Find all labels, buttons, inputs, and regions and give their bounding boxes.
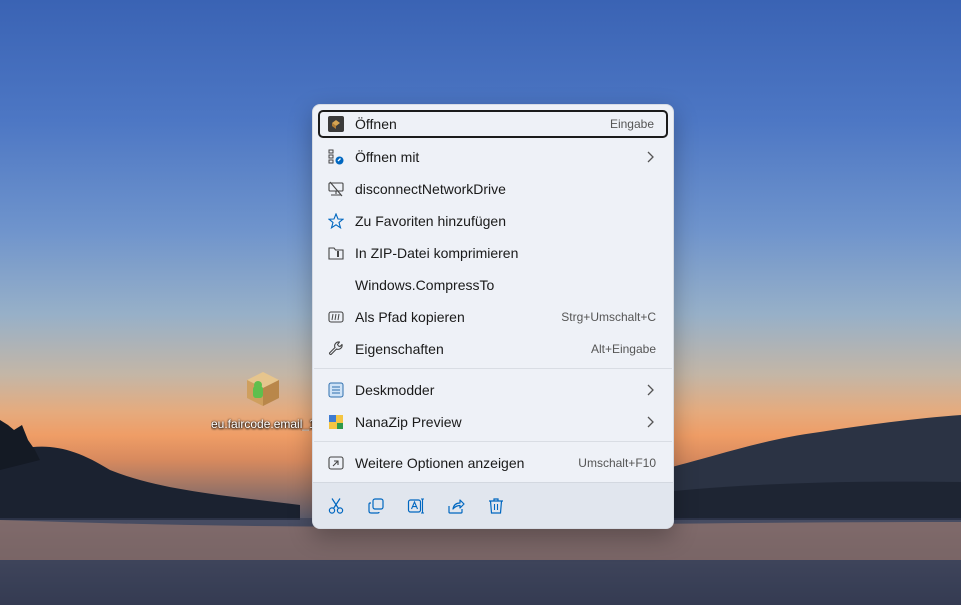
app-package-icon xyxy=(328,116,344,132)
menu-item-copy-as-path[interactable]: Als Pfad kopieren Strg+Umschalt+C xyxy=(318,303,668,331)
share-icon[interactable] xyxy=(444,494,468,518)
chevron-right-icon xyxy=(646,384,656,396)
desktop-file-icon[interactable]: eu.faircode.email_1 xyxy=(208,366,318,431)
deskmodder-icon xyxy=(328,382,344,398)
menu-separator xyxy=(314,368,672,369)
menu-item-deskmodder[interactable]: Deskmodder xyxy=(318,376,668,404)
menu-item-compress-to[interactable]: Windows.CompressTo xyxy=(318,271,668,299)
disconnect-network-drive-icon xyxy=(328,181,344,197)
menu-item-show-more-options[interactable]: Weitere Optionen anzeigen Umschalt+F10 xyxy=(318,449,668,477)
nanazip-icon xyxy=(328,414,344,430)
zip-folder-icon xyxy=(328,245,344,261)
show-more-options-icon xyxy=(328,455,344,471)
menu-item-open-with[interactable]: Öffnen mit xyxy=(318,143,668,171)
chevron-right-icon xyxy=(646,151,656,163)
open-with-icon xyxy=(328,149,344,165)
copy-icon[interactable] xyxy=(364,494,388,518)
chevron-right-icon xyxy=(646,416,656,428)
menu-item-open[interactable]: Öffnen Eingabe xyxy=(318,110,668,138)
rename-icon[interactable] xyxy=(404,494,428,518)
copy-path-icon xyxy=(328,309,344,325)
menu-item-properties[interactable]: Eigenschaften Alt+Eingabe xyxy=(318,335,668,363)
menu-item-add-to-favorites[interactable]: Zu Favoriten hinzufügen xyxy=(318,207,668,235)
wrench-icon xyxy=(328,341,344,357)
menu-item-compress-zip[interactable]: In ZIP-Datei komprimieren xyxy=(318,239,668,267)
star-icon xyxy=(328,213,344,229)
menu-item-disconnect-network-drive[interactable]: disconnectNetworkDrive xyxy=(318,175,668,203)
context-menu: Öffnen Eingabe Öffnen mit disconnectNetw… xyxy=(312,104,674,529)
cut-icon[interactable] xyxy=(324,494,348,518)
desktop-file-label: eu.faircode.email_1 xyxy=(211,417,315,431)
package-icon xyxy=(241,366,285,410)
menu-item-nanazip[interactable]: NanaZip Preview xyxy=(318,408,668,436)
menu-separator xyxy=(314,441,672,442)
delete-icon[interactable] xyxy=(484,494,508,518)
context-menu-toolbar xyxy=(313,482,673,528)
